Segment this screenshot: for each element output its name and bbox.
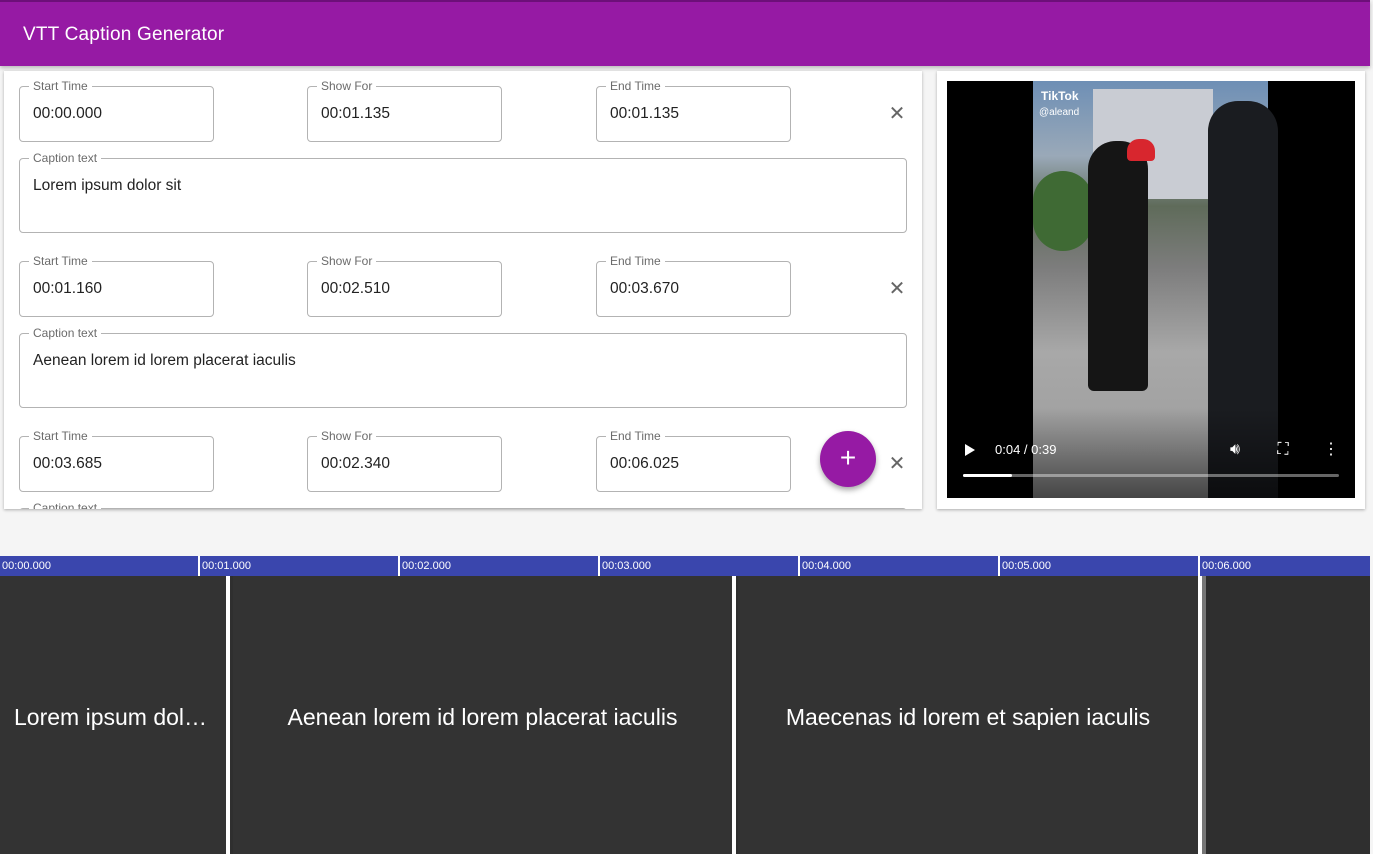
start-time-field[interactable]: Start Time 00:01.160 [19, 253, 214, 317]
end-time-value[interactable]: 00:03.670 [610, 280, 679, 298]
start-time-value[interactable]: 00:00.000 [33, 105, 102, 123]
fullscreen-icon[interactable]: ⛶ [1273, 440, 1293, 460]
show-for-label: Show For [317, 253, 377, 269]
end-time-field[interactable]: End Time 00:03.670 [596, 253, 791, 317]
more-options-icon[interactable]: ⋮ [1321, 440, 1341, 460]
start-time-value[interactable]: 00:03.685 [33, 455, 102, 473]
ruler-tick-label: 00:06.000 [1202, 560, 1251, 572]
video-preview-card: TikTok @aleand 0:04 / 0:39 🔊︎ ⛶ ⋮ [937, 71, 1365, 509]
play-icon[interactable] [965, 444, 975, 456]
caption-text-value[interactable]: Lorem ipsum dolor sit [33, 177, 181, 195]
end-time-field[interactable]: End Time 00:01.135 [596, 78, 791, 142]
caption-text-label: Caption text [29, 325, 102, 341]
add-caption-button[interactable]: + [820, 431, 876, 487]
ruler-tick-label: 00:05.000 [1002, 560, 1051, 572]
show-for-label: Show For [317, 78, 377, 94]
video-player[interactable]: TikTok @aleand 0:04 / 0:39 🔊︎ ⛶ ⋮ [947, 81, 1355, 498]
end-time-label: End Time [606, 428, 665, 444]
ruler-tick-label: 00:00.000 [2, 560, 51, 572]
start-time-field[interactable]: Start Time 00:00.000 [19, 78, 214, 142]
caption-timeline[interactable]: 00:00.000 00:01.000 00:02.000 00:03.000 00:0… [0, 556, 1370, 854]
clip-separator[interactable] [226, 576, 230, 854]
person-shape [1088, 141, 1148, 391]
timeline-clip[interactable]: Aenean lorem id lorem placerat iaculis [233, 576, 732, 854]
ruler-tick: 00:04.000 [798, 556, 851, 576]
volume-icon[interactable]: 🔊︎ [1225, 440, 1245, 460]
timeline-clip[interactable]: Maecenas id lorem et sapien iaculis [738, 576, 1198, 854]
ruler-tick: 00:01.000 [198, 556, 251, 576]
show-for-field[interactable]: Show For 00:02.340 [307, 428, 502, 492]
start-time-field[interactable]: Start Time 00:03.685 [19, 428, 214, 492]
red-hat-shape [1127, 139, 1155, 161]
end-time-label: End Time [606, 78, 665, 94]
caption-text-value[interactable]: Aenean lorem id lorem placerat iaculis [33, 352, 296, 370]
clip-separator[interactable] [732, 576, 736, 854]
progress-fill [963, 474, 1012, 477]
time-ruler: 00:00.000 00:01.000 00:02.000 00:03.000 00:0… [0, 556, 1370, 576]
show-for-value[interactable]: 00:01.135 [321, 105, 390, 123]
caption-editor[interactable]: Start Time 00:00.000 Show For 00:01.135 … [4, 71, 922, 509]
ruler-tick-label: 00:01.000 [202, 560, 251, 572]
remove-caption-icon[interactable]: ✕ [885, 277, 909, 301]
end-time-label: End Time [606, 253, 665, 269]
end-time-value[interactable]: 00:06.025 [610, 455, 679, 473]
remove-caption-icon[interactable]: ✕ [885, 102, 909, 126]
caption-text-label: Caption text [29, 500, 102, 509]
ruler-tick: 00:05.000 [998, 556, 1051, 576]
video-controls: 0:04 / 0:39 🔊︎ ⛶ ⋮ [947, 408, 1355, 498]
show-for-field[interactable]: Show For 00:01.135 [307, 78, 502, 142]
watermark-logo: TikTok [1041, 89, 1079, 103]
playback-time: 0:04 / 0:39 [995, 442, 1057, 457]
ruler-tick: 00:03.000 [598, 556, 651, 576]
progress-bar[interactable] [963, 474, 1339, 477]
remove-caption-icon[interactable]: ✕ [885, 452, 909, 476]
show-for-field[interactable]: Show For 00:02.510 [307, 253, 502, 317]
ruler-tick-label: 00:02.000 [402, 560, 451, 572]
timeline-playhead[interactable] [1202, 576, 1206, 854]
app-title: VTT Caption Generator [23, 24, 225, 45]
ruler-tick-label: 00:04.000 [802, 560, 851, 572]
caption-text-field[interactable]: Caption text Lorem ipsum dolor sit [19, 150, 907, 233]
caption-text-label: Caption text [29, 150, 102, 166]
ruler-tick: 00:02.000 [398, 556, 451, 576]
clip-label: Maecenas id lorem et sapien iaculis [785, 704, 1151, 730]
app-bar: VTT Caption Generator [0, 0, 1370, 66]
ruler-tick-label: 00:03.000 [602, 560, 651, 572]
watermark-handle: @aleand [1039, 107, 1080, 118]
end-time-value[interactable]: 00:01.135 [610, 105, 679, 123]
clip-label: Lorem ipsum dolor sit [14, 704, 226, 730]
ruler-tick: 00:06.000 [1198, 556, 1251, 576]
clip-label: Aenean lorem id lorem placerat iaculis [287, 704, 678, 730]
start-time-label: Start Time [29, 78, 92, 94]
show-for-label: Show For [317, 428, 377, 444]
start-time-label: Start Time [29, 253, 92, 269]
show-for-value[interactable]: 00:02.340 [321, 455, 390, 473]
timeline-clip[interactable]: Lorem ipsum dolor sit [0, 576, 226, 854]
tree-shape [1033, 171, 1093, 251]
show-for-value[interactable]: 00:02.510 [321, 280, 390, 298]
caption-text-field[interactable]: Caption text [19, 500, 907, 509]
start-time-value[interactable]: 00:01.160 [33, 280, 102, 298]
caption-text-field[interactable]: Caption text Aenean lorem id lorem place… [19, 325, 907, 408]
start-time-label: Start Time [29, 428, 92, 444]
end-time-field[interactable]: End Time 00:06.025 [596, 428, 791, 492]
